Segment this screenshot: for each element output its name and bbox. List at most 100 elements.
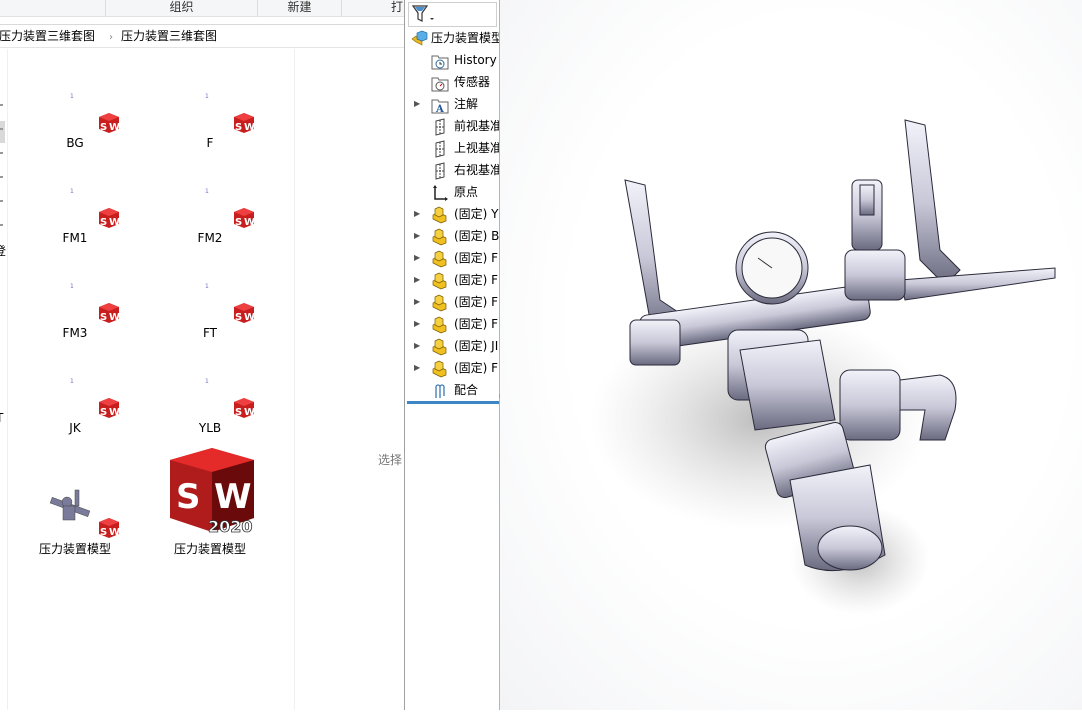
thumbnail-text: 1 <box>205 283 209 290</box>
tree-item[interactable]: ▶ (固定) F <box>405 248 499 270</box>
thumbnail-text: 1 <box>70 283 74 290</box>
tree-item[interactable]: ▶ (固定) F <box>405 314 499 336</box>
expand-arrow-icon[interactable]: ▶ <box>414 358 420 378</box>
filter-button[interactable] <box>408 2 497 27</box>
plane-icon <box>435 162 445 180</box>
expand-arrow-icon[interactable]: ▶ <box>414 94 420 114</box>
tree-item-label: (固定) F <box>454 273 499 287</box>
solidworks-badge-icon: SW <box>99 398 120 418</box>
expand-arrow-icon[interactable]: ▶ <box>414 336 420 356</box>
file-item[interactable]: S W 压力装置模型 <box>20 478 130 558</box>
tree-item[interactable]: 原点 <box>405 182 499 204</box>
ribbon-open[interactable]: 打 <box>341 0 404 17</box>
expand-arrow-icon[interactable]: ▶ <box>414 204 420 224</box>
tree-item[interactable]: ▶ (固定) Y <box>405 204 499 226</box>
nav-item[interactable] <box>0 224 3 226</box>
nav-item-label[interactable]: T <box>0 411 3 425</box>
tree-item[interactable]: 配合 <box>405 380 499 402</box>
pane-divider[interactable] <box>294 49 295 710</box>
tree-item[interactable]: 前视基准 <box>405 116 500 138</box>
tree-item[interactable]: 右视基准 <box>405 160 500 182</box>
tree-item-label: (固定) F <box>454 295 499 309</box>
tree-root[interactable]: 压力装置模型 <box>405 28 499 50</box>
navigation-pane[interactable] <box>0 49 8 710</box>
file-item[interactable]: 1 S W YLB <box>155 378 265 438</box>
nav-item[interactable] <box>0 152 3 154</box>
expand-arrow-icon[interactable]: ▶ <box>414 226 420 246</box>
breadcrumb-chevron-icon[interactable]: › <box>109 32 113 43</box>
svg-text:W: W <box>109 312 120 323</box>
tree-item[interactable]: ▶ (固定) JI <box>405 336 499 358</box>
file-name: F <box>206 136 214 150</box>
solidworks-badge-icon: SW <box>234 303 255 323</box>
part-icon <box>432 294 447 312</box>
thumbnail-text: 1 <box>70 93 74 100</box>
ribbon-organize[interactable]: 组织 <box>105 0 257 17</box>
rollback-bar[interactable] <box>407 401 499 404</box>
assembly-thumbnail <box>49 489 91 521</box>
file-item[interactable]: 1 S W FM2 <box>155 188 265 248</box>
solidworks-badge-icon: SW <box>99 518 120 538</box>
nav-item[interactable] <box>0 128 3 130</box>
file-name: 压力装置模型 <box>38 542 111 556</box>
thumbnail-text: 1 <box>70 188 74 195</box>
tree-item-label: 原点 <box>454 185 479 199</box>
file-item[interactable]: 1 S W FT <box>155 283 265 343</box>
svg-text:S: S <box>235 122 242 133</box>
part-icon <box>432 272 447 290</box>
nav-item[interactable] <box>0 200 3 202</box>
ribbon-groups: 组织 新建 打 <box>0 0 404 17</box>
ribbon-organize-label: 组织 <box>169 0 194 14</box>
file-name: YLB <box>198 421 222 435</box>
part-icon <box>432 338 447 356</box>
solidworks-badge-icon: SW <box>99 113 120 133</box>
tree-item[interactable]: ▶ (固定) F <box>405 292 499 314</box>
svg-text:W: W <box>244 122 255 133</box>
thumbnail-text: 1 <box>205 378 209 385</box>
nav-item[interactable] <box>0 104 3 106</box>
tree-item[interactable]: History <box>405 50 499 72</box>
ribbon-open-label: 打 <box>391 0 404 14</box>
svg-text:W: W <box>109 122 120 133</box>
expand-arrow-icon[interactable]: ▶ <box>414 248 420 268</box>
tree-item-label: 右视基准 <box>454 163 500 177</box>
file-item[interactable]: S W 2020 压力装置模型 <box>155 448 265 558</box>
breadcrumb-item[interactable]: 压力装置三维套图 <box>0 29 95 43</box>
nav-item-label[interactable]: 登 <box>0 242 6 259</box>
svg-text:W: W <box>244 407 255 418</box>
tree-item-label: (固定) Y <box>454 207 499 221</box>
tree-item-label: 前视基准 <box>454 119 500 133</box>
tree-item-label: 配合 <box>454 383 479 397</box>
file-item[interactable]: 1 S W FM3 <box>20 283 130 343</box>
expand-arrow-icon[interactable]: ▶ <box>414 270 420 290</box>
mates-icon <box>435 384 445 398</box>
expand-arrow-icon[interactable]: ▶ <box>414 292 420 312</box>
nav-selected-item[interactable] <box>0 121 5 143</box>
svg-text:S: S <box>100 407 107 418</box>
tree-item[interactable]: ▶ (固定) B <box>405 226 499 248</box>
tree-item[interactable]: 传感器 <box>405 72 499 94</box>
feature-manager-tree: 压力装置模型 History 传感器 ▶ A 注解 前视基准 上视基准 右视基准 原点 ▶ (固定)… <box>404 0 500 710</box>
tree-item-label: History <box>454 53 497 67</box>
tree-item[interactable]: 上视基准 <box>405 138 499 160</box>
file-item[interactable]: 1 S W FM1 <box>20 188 130 248</box>
ribbon-new-label: 新建 <box>287 0 312 14</box>
tree-item[interactable]: ▶ A 注解 <box>405 94 499 116</box>
file-item[interactable]: 1 S W BG <box>20 93 130 153</box>
preview-hint: 选择 <box>378 453 403 467</box>
file-item[interactable]: 1 S W JK <box>20 378 130 438</box>
graphics-viewport[interactable] <box>500 0 1082 710</box>
svg-text:S: S <box>235 407 242 418</box>
file-item[interactable]: 1 SW F <box>155 93 265 153</box>
svg-text:W: W <box>109 217 120 228</box>
tree-item[interactable]: ▶ (固定) F <box>405 270 499 292</box>
annotation-folder-icon: A <box>431 99 449 114</box>
pressure-device-3d-model[interactable] <box>500 0 1082 710</box>
tree-item[interactable]: ▶ (固定) F <box>405 358 499 380</box>
nav-item[interactable] <box>0 176 3 178</box>
breadcrumb-item[interactable]: 压力装置三维套图 <box>121 29 217 43</box>
ribbon-new[interactable]: 新建 <box>257 0 341 17</box>
expand-arrow-icon[interactable]: ▶ <box>414 314 420 334</box>
origin-icon <box>433 185 448 201</box>
svg-text:S: S <box>235 312 242 323</box>
